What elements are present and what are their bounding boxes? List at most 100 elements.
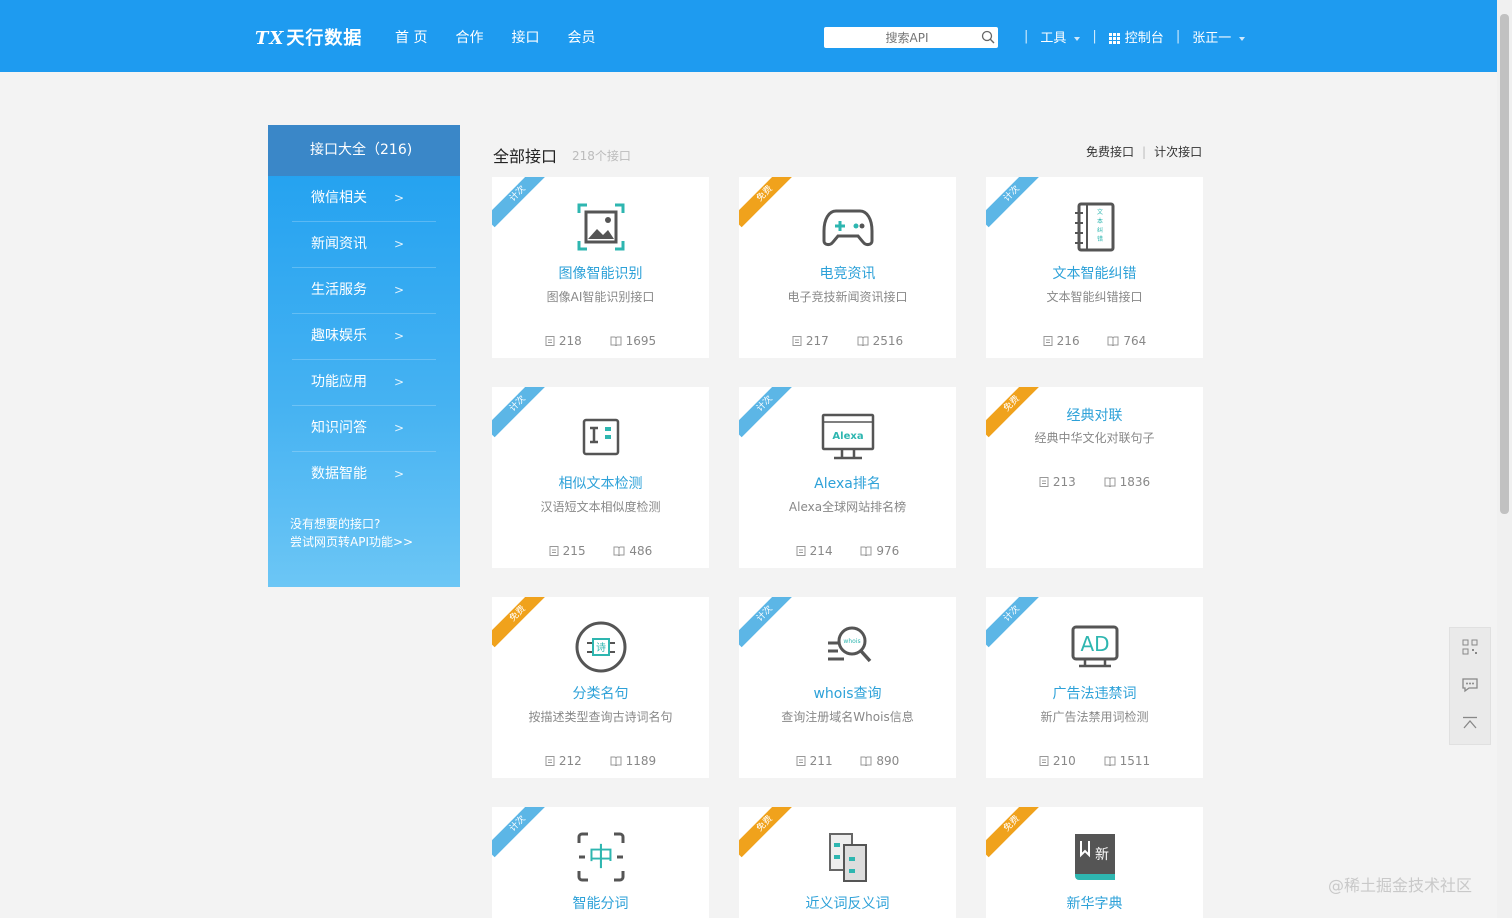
clipboard-icon <box>796 546 806 556</box>
clipboard-icon <box>545 756 555 766</box>
api-name[interactable]: 相似文本检测 <box>492 473 709 493</box>
watermark: @稀土掘金技术社区 <box>1328 876 1473 895</box>
filter-count[interactable]: 计次接口 <box>1154 145 1202 159</box>
api-views: 1836 <box>1104 475 1150 489</box>
book-icon <box>610 756 622 767</box>
chevron-right-icon: > <box>393 283 404 297</box>
grid-icon <box>1108 33 1120 44</box>
sidebar-item-qa[interactable]: 知识问答 > <box>292 406 436 452</box>
api-name[interactable]: 近义词反义词 <box>739 893 956 913</box>
api-name[interactable]: 图像智能识别 <box>492 263 709 283</box>
api-name[interactable]: 电竞资讯 <box>739 263 956 283</box>
api-name[interactable]: 经典对联 <box>986 405 1203 425</box>
api-card[interactable]: 计次 AD 广告法违禁词 新广告法禁用词检测 210 1511 <box>986 597 1203 778</box>
api-name[interactable]: Alexa排名 <box>739 473 956 493</box>
sidebar-item-life[interactable]: 生活服务 > <box>292 268 436 314</box>
svg-text:文: 文 <box>1096 208 1102 216</box>
console-label: 控制台 <box>1124 31 1164 46</box>
api-id: 218 <box>545 334 582 348</box>
back-to-top-button[interactable] <box>1450 704 1490 742</box>
api-id: 217 <box>792 334 829 348</box>
api-card[interactable]: 免费 电竞资讯 电子竞技新闻资讯接口 217 2516 <box>739 177 956 358</box>
api-name[interactable]: 文本智能纠错 <box>986 263 1203 283</box>
page-title: 全部接口 <box>493 147 558 166</box>
feedback-button[interactable] <box>1450 666 1490 704</box>
api-card[interactable]: 计次 相似文本检测 汉语短文本相似度检测 215 486 <box>492 387 709 568</box>
chevron-right-icon: > <box>393 329 404 343</box>
nav-member[interactable]: 会员 <box>567 27 595 47</box>
chat-icon <box>1462 678 1478 693</box>
api-card[interactable]: 计次 图像智能识别 图像AI智能识别接口 218 1695 <box>492 177 709 358</box>
search-icon[interactable] <box>981 30 995 44</box>
api-card[interactable]: 计次 中 智能分词 <box>492 807 709 918</box>
whois-search-icon: whois <box>827 626 871 663</box>
main-nav: 首 页 合作 接口 会员 <box>395 27 595 47</box>
sidebar-item-news[interactable]: 新闻资讯 > <box>292 222 436 268</box>
filter-free[interactable]: 免费接口 <box>1086 145 1134 159</box>
sidebar-item-label: 微信相关 <box>311 190 367 206</box>
api-views: 1695 <box>610 334 656 348</box>
user-nav: | 工具 | 控制台 | 张正一 <box>1012 27 1246 46</box>
ribbon-badge: 免费 <box>986 807 1046 858</box>
site-logo[interactable]: TX 天行数据 <box>255 24 362 50</box>
api-card[interactable]: 计次 Alexa Alexa排名 Alexa全球网站排名榜 214 976 <box>739 387 956 568</box>
api-stats: 215 486 <box>492 544 709 558</box>
api-card[interactable]: 计次 whois whois查询 查询注册域名Whois信息 211 890 <box>739 597 956 778</box>
chevron-right-icon: > <box>393 467 404 481</box>
api-views: 1511 <box>1104 754 1150 768</box>
api-stats: 211 890 <box>739 754 956 768</box>
book-icon <box>613 546 625 557</box>
word-split-icon: 中 <box>577 832 624 882</box>
filter-links: 免费接口 | 计次接口 <box>1086 143 1202 160</box>
api-name[interactable]: 广告法违禁词 <box>986 683 1203 703</box>
api-name[interactable]: 智能分词 <box>492 893 709 913</box>
api-card[interactable]: 免费 近义词反义词 <box>739 807 956 918</box>
synonym-icon <box>828 833 867 882</box>
api-stats: 217 2516 <box>739 334 956 348</box>
book-icon <box>610 336 622 347</box>
text-book-icon: 文 本 纠 错 <box>1074 202 1114 252</box>
clipboard-icon <box>796 756 806 766</box>
poem-circle-icon: 诗 <box>575 621 626 673</box>
sidebar-item-function[interactable]: 功能应用 > <box>292 360 436 406</box>
ribbon-badge: 计次 <box>492 387 552 438</box>
svg-text:中: 中 <box>587 843 613 873</box>
api-desc: Alexa全球网站排名榜 <box>788 500 907 514</box>
ribbon-badge: 计次 <box>492 177 552 228</box>
api-views: 764 <box>1107 334 1146 348</box>
sidebar-item-fun[interactable]: 趣味娱乐 > <box>292 314 436 360</box>
nav-home[interactable]: 首 页 <box>395 27 427 47</box>
console-link[interactable]: 控制台 <box>1108 27 1164 46</box>
sidebar-title[interactable]: 接口大全（216) <box>268 125 460 176</box>
tip-line: 没有想要的接口? <box>290 517 381 531</box>
user-menu[interactable]: 张正一 <box>1192 27 1246 46</box>
api-desc: 文本智能纠错接口 <box>1046 290 1143 304</box>
divider: | <box>1092 29 1097 44</box>
api-name[interactable]: 新华字典 <box>986 893 1203 913</box>
api-card[interactable]: 免费 新 新华字典 <box>986 807 1203 918</box>
chevron-right-icon: > <box>393 237 404 251</box>
nav-api[interactable]: 接口 <box>511 27 539 47</box>
search-input[interactable] <box>832 27 982 49</box>
sidebar-item-wechat[interactable]: 微信相关 > <box>292 176 436 222</box>
web-to-api-link[interactable]: 没有想要的接口? 尝试网页转API功能>> <box>290 515 413 551</box>
sidebar-item-data[interactable]: 数据智能 > <box>292 452 436 497</box>
api-name[interactable]: 分类名句 <box>492 683 709 703</box>
api-card[interactable]: 免费 诗 分类名句 按描述类型查询古诗词名句 212 1189 <box>492 597 709 778</box>
scrollbar-thumb[interactable] <box>1500 14 1509 514</box>
dictionary-icon: 新 <box>1074 834 1115 880</box>
tools-label: 工具 <box>1040 31 1067 46</box>
qrcode-icon <box>1462 639 1478 655</box>
nav-cooperation[interactable]: 合作 <box>455 27 483 47</box>
api-name[interactable]: whois查询 <box>739 683 956 703</box>
page-scrollbar[interactable] <box>1497 0 1512 918</box>
api-views: 2516 <box>857 334 903 348</box>
api-id: 215 <box>549 544 586 558</box>
api-stats: 213 1836 <box>986 475 1203 489</box>
divider: | <box>1024 29 1029 44</box>
api-card[interactable]: 免费 经典对联 经典中华文化对联句子 213 1836 <box>986 387 1203 568</box>
api-stats: 210 1511 <box>986 754 1203 768</box>
qrcode-button[interactable] <box>1450 628 1490 666</box>
api-card[interactable]: 计次 文 本 纠 错 文本智能纠错 文本智能纠错接口 216 764 <box>986 177 1203 358</box>
tools-menu[interactable]: 工具 <box>1040 27 1081 46</box>
